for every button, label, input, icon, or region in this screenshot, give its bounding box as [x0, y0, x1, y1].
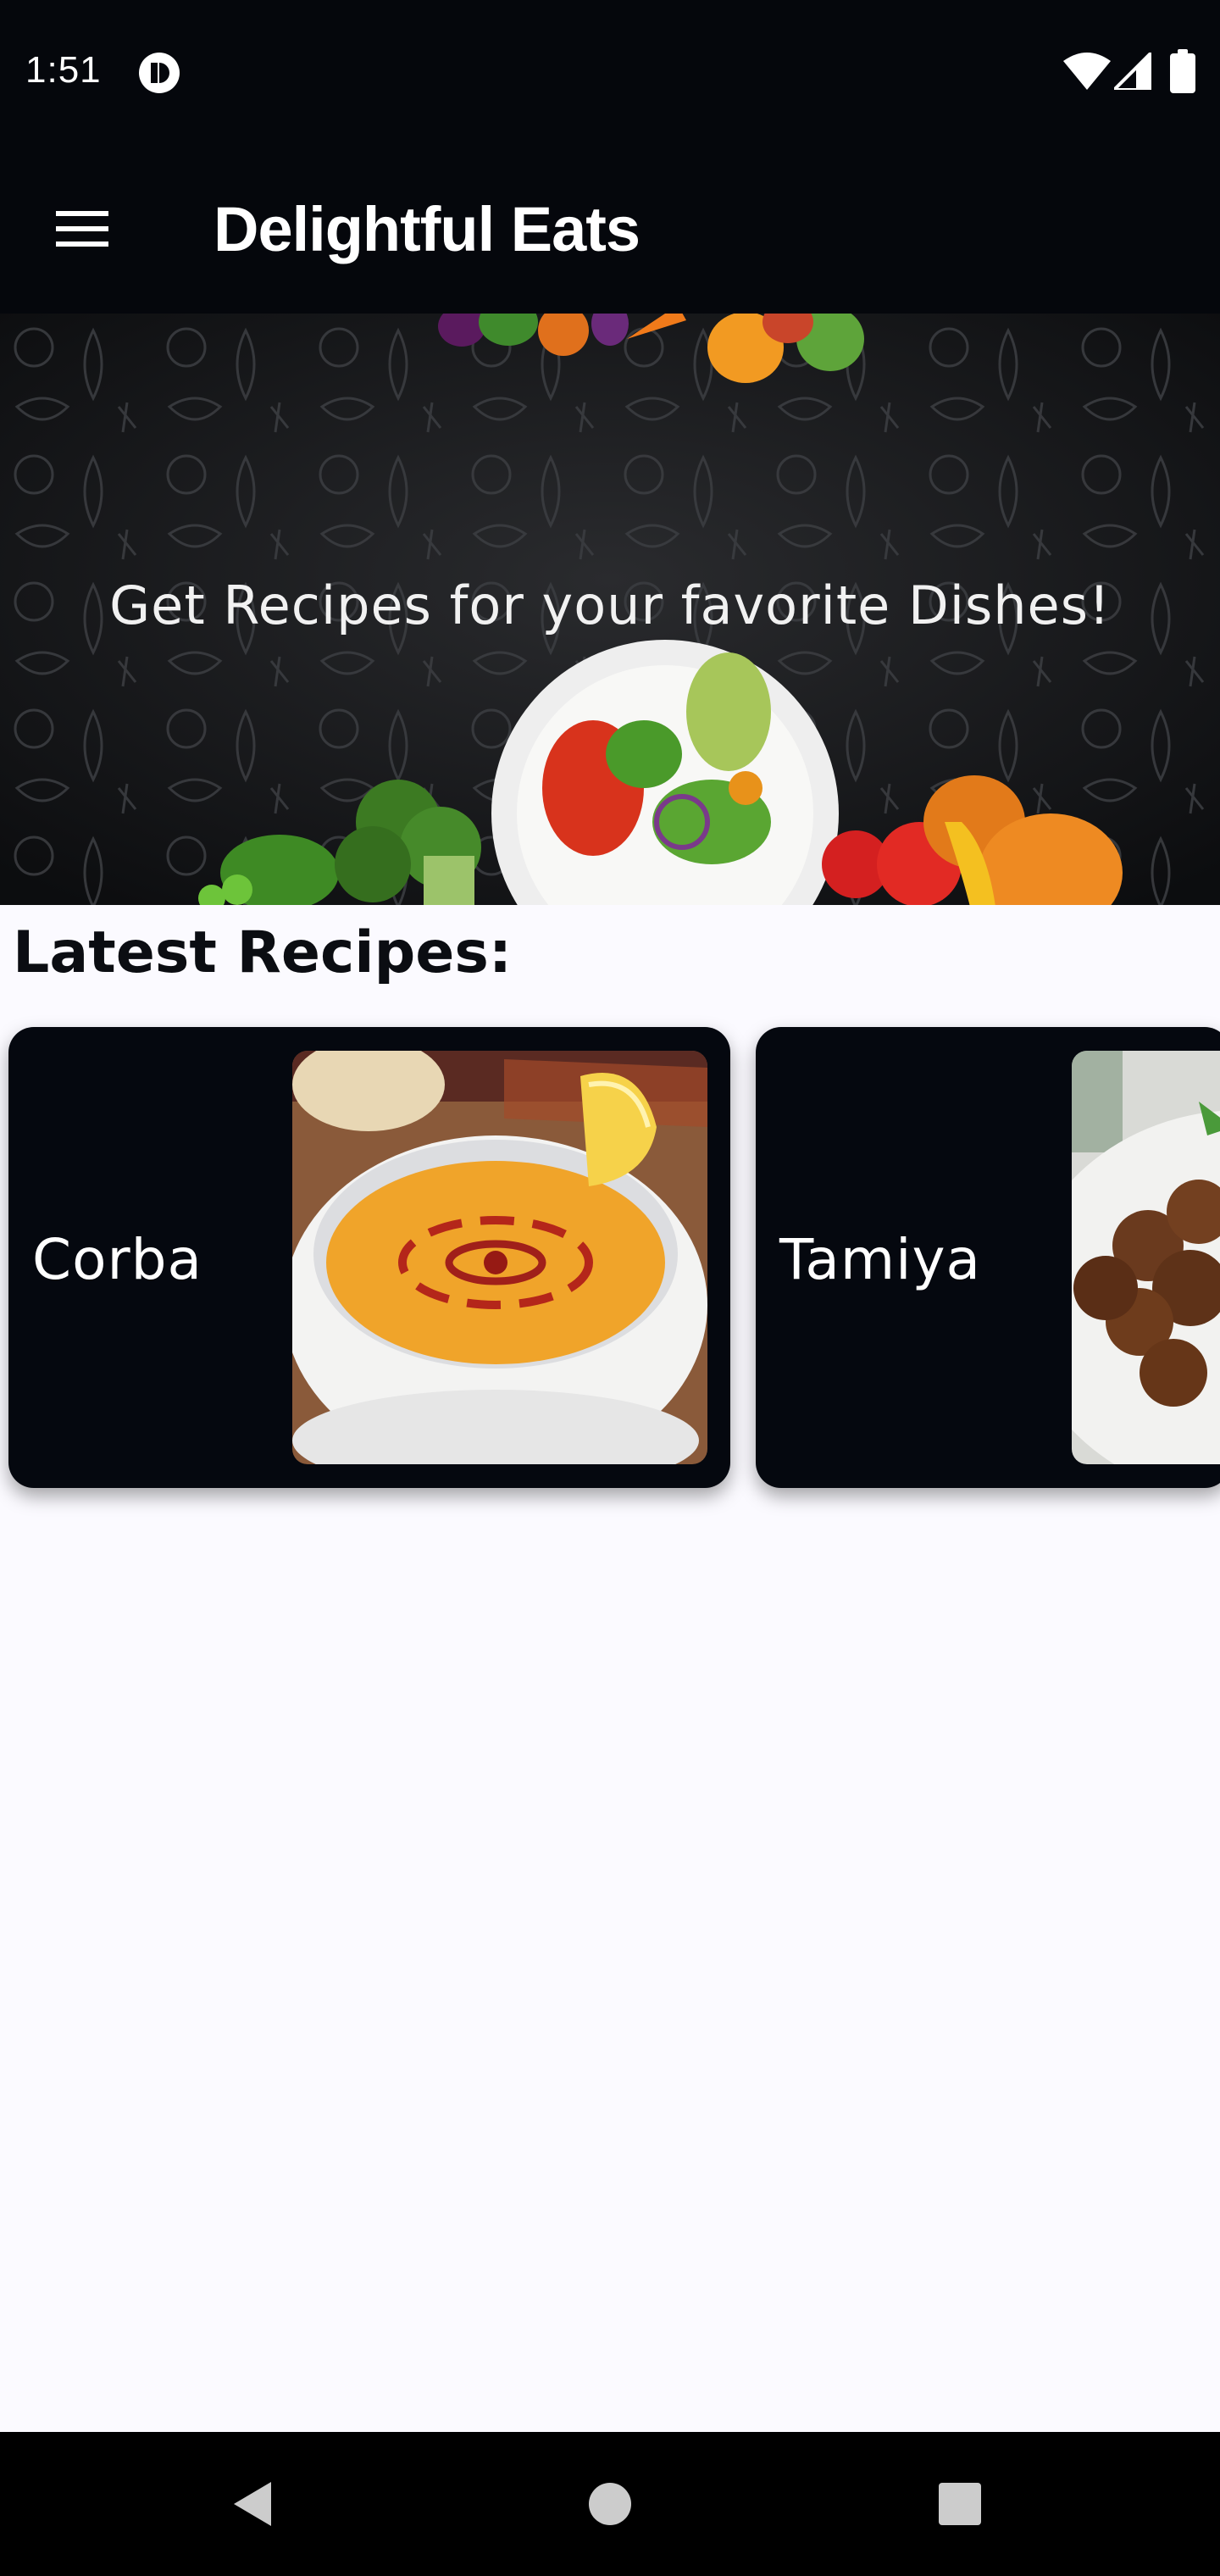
- home-icon[interactable]: [586, 2480, 634, 2528]
- hero-banner: Get Recipes for your favorite Dishes!: [0, 314, 1220, 905]
- hamburger-menu-icon[interactable]: [53, 208, 112, 250]
- app-notification-icon: [139, 53, 180, 93]
- lentil-soup-image: [292, 1051, 707, 1464]
- cell-signal-icon: [1114, 53, 1151, 90]
- battery-icon: [1170, 49, 1195, 93]
- recipe-card-tamiya[interactable]: Tamiya: [756, 1027, 1220, 1488]
- app-title: Delightful Eats: [214, 194, 640, 264]
- wifi-icon: [1063, 53, 1111, 90]
- status-bar: 1:51: [0, 0, 1220, 144]
- falafel-image: [1072, 1051, 1220, 1464]
- status-time: 1:51: [25, 49, 102, 91]
- hero-tagline: Get Recipes for your favorite Dishes!: [109, 575, 1111, 636]
- recents-icon[interactable]: [937, 2481, 983, 2527]
- system-nav-bar: [0, 2432, 1220, 2576]
- recipe-title: Tamiya: [779, 1227, 981, 1292]
- back-icon[interactable]: [229, 2479, 280, 2529]
- recipe-title: Corba: [32, 1227, 202, 1292]
- latest-recipes-heading: Latest Recipes:: [13, 919, 513, 986]
- recipe-card-corba[interactable]: Corba: [8, 1027, 730, 1488]
- app-bar: Delightful Eats: [0, 144, 1220, 314]
